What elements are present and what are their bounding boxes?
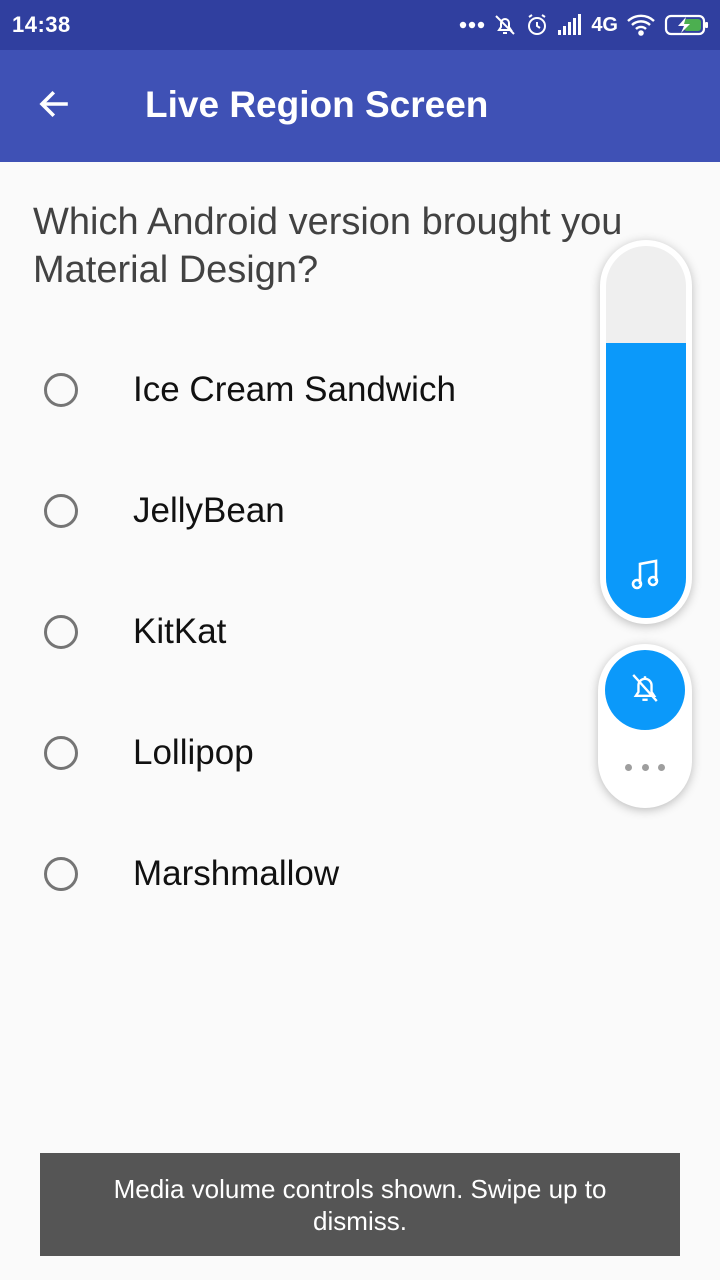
radio-button[interactable] bbox=[44, 372, 78, 407]
option-marshmallow[interactable]: Marshmallow bbox=[0, 813, 720, 934]
volume-track[interactable] bbox=[606, 246, 686, 618]
music-note-icon bbox=[631, 559, 661, 596]
radio-button[interactable] bbox=[44, 614, 78, 649]
radio-button[interactable] bbox=[44, 856, 78, 891]
wifi-icon bbox=[626, 14, 656, 36]
toast-message: Media volume controls shown. Swipe up to… bbox=[40, 1153, 680, 1256]
status-icons: 4G bbox=[459, 8, 710, 42]
more-horizontal-icon[interactable] bbox=[625, 762, 665, 772]
option-label: Lollipop bbox=[133, 732, 254, 772]
signal-icon bbox=[557, 14, 583, 36]
question-text: Which Android version brought you Materi… bbox=[33, 201, 623, 291]
radio-button[interactable] bbox=[44, 493, 78, 528]
toast-text: Media volume controls shown. Swipe up to… bbox=[113, 1173, 607, 1236]
battery-charging-icon bbox=[664, 13, 710, 37]
status-time: 14:38 bbox=[12, 12, 71, 37]
option-label: Marshmallow bbox=[133, 853, 340, 893]
radio-button[interactable] bbox=[44, 735, 78, 770]
alarm-icon bbox=[525, 13, 549, 37]
more-dots-icon bbox=[459, 21, 485, 29]
network-type: 4G bbox=[591, 13, 618, 36]
option-label: JellyBean bbox=[133, 490, 285, 530]
option-label: KitKat bbox=[133, 611, 227, 651]
media-volume-slider[interactable] bbox=[600, 240, 692, 624]
back-button[interactable] bbox=[22, 74, 86, 138]
notifications-muted-icon bbox=[493, 13, 517, 37]
arrow-back-icon bbox=[36, 86, 72, 127]
app-bar: Live Region Screen bbox=[0, 50, 720, 162]
status-bar: 14:38 4G bbox=[0, 0, 720, 50]
bell-off-icon bbox=[629, 671, 661, 710]
option-label: Ice Cream Sandwich bbox=[133, 369, 456, 409]
page-title: Live Region Screen bbox=[145, 84, 489, 125]
ringer-panel bbox=[598, 644, 692, 808]
ringer-mode-button[interactable] bbox=[605, 650, 685, 730]
